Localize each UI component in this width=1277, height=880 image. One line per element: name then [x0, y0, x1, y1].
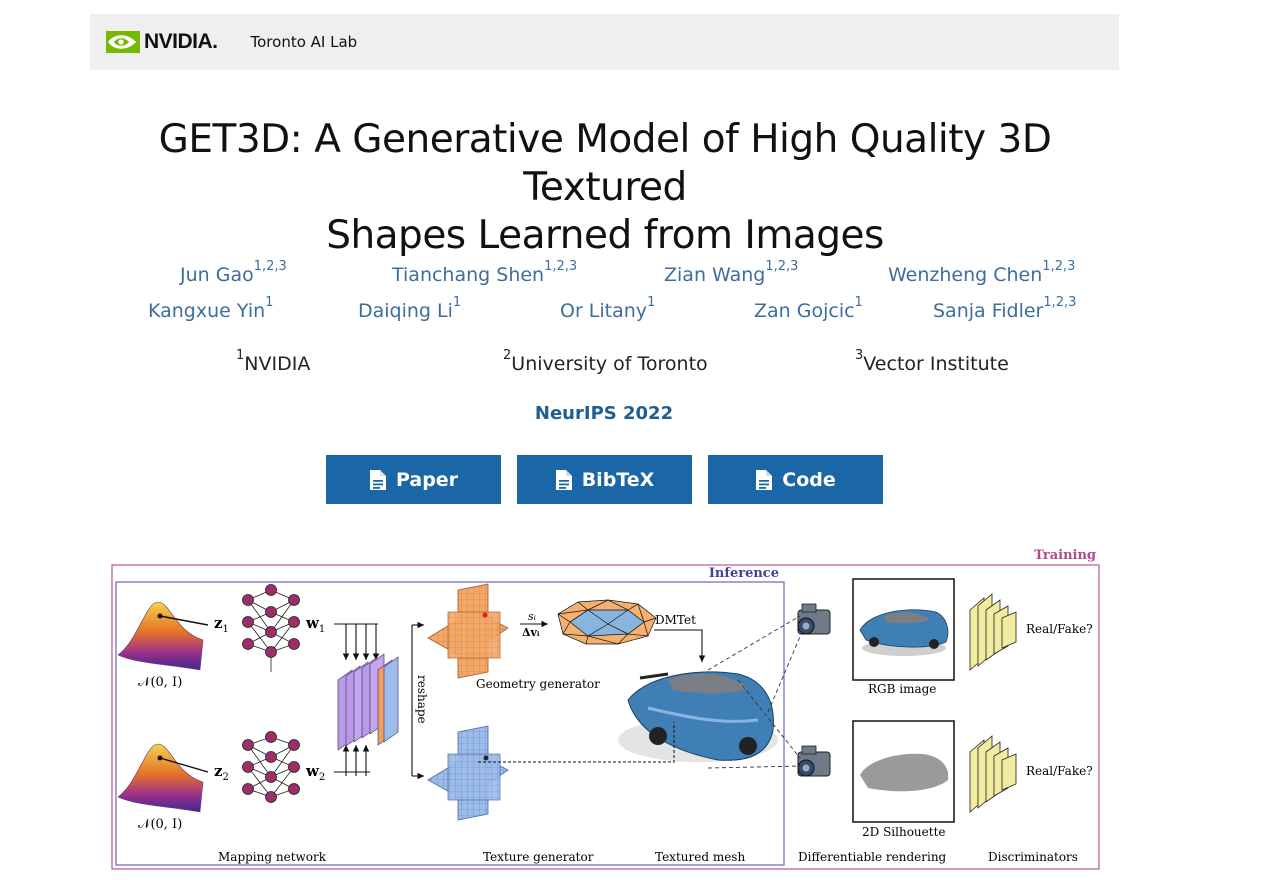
- author-name: Sanja Fidler: [933, 300, 1044, 322]
- bibtex-button-label: BibTeX: [581, 468, 655, 491]
- lab-name[interactable]: Toronto AI Lab: [251, 33, 358, 51]
- author-affiliation: 1,2,3: [253, 259, 287, 274]
- author-link[interactable]: Tianchang Shen1,2,3: [392, 259, 577, 286]
- training-label: Training: [1034, 548, 1096, 563]
- dvi-label: Δvᵢ: [522, 626, 540, 639]
- inference-label: Inference: [709, 566, 779, 581]
- author-name: Tianchang Shen: [392, 264, 545, 286]
- discriminator-top: [969, 593, 1017, 671]
- mapping-network-label: Mapping network: [218, 850, 327, 864]
- affiliation: 2University of Toronto: [503, 348, 708, 375]
- author-name: Jun Gao: [180, 264, 254, 286]
- gaussian-surface-top: [117, 601, 204, 671]
- top-header: NVIDIA. Toronto AI Lab: [90, 14, 1119, 70]
- affiliation: 1NVIDIA: [236, 348, 311, 375]
- texture-triplane: [427, 725, 509, 821]
- textured-mesh-label: Textured mesh: [655, 850, 745, 864]
- author-affiliation: 1: [854, 295, 863, 310]
- discriminators-label: Discriminators: [988, 850, 1078, 864]
- file-icon: [369, 469, 386, 490]
- reshape-label: reshape: [415, 675, 429, 724]
- feature-map-stack: [337, 653, 399, 751]
- normal-dist-label-top: 𝒩(0, I): [138, 675, 182, 690]
- author-affiliation: 1,2,3: [1042, 259, 1076, 274]
- venue-label: NeurIPS 2022: [534, 403, 674, 424]
- affiliation-name: University of Toronto: [511, 353, 708, 375]
- geometry-triplane: [427, 583, 509, 679]
- author-link[interactable]: Kangxue Yin1: [148, 295, 273, 322]
- textured-car-mesh: [618, 671, 778, 762]
- author-affiliation: 1: [452, 295, 462, 310]
- author-name: Zan Gojcic: [754, 300, 855, 322]
- camera-icon: [797, 603, 831, 635]
- author-affiliation: 1,2,3: [765, 259, 799, 274]
- author-link[interactable]: Jun Gao1,2,3: [180, 259, 287, 286]
- w2-label: w2: [305, 762, 325, 783]
- affiliation-number: 1: [236, 348, 245, 363]
- nvidia-eye-icon: [106, 31, 140, 53]
- author-affiliation: 1,2,3: [1043, 295, 1077, 310]
- affiliation-name: NVIDIA: [244, 353, 311, 375]
- author-name: Zian Wang: [664, 264, 766, 286]
- camera-icon: [797, 745, 831, 777]
- author-name: Or Litany: [560, 300, 648, 322]
- discriminator-bottom: [969, 735, 1017, 813]
- real-fake-label-top: Real/Fake?: [1026, 622, 1093, 636]
- real-fake-label-bottom: Real/Fake?: [1026, 764, 1093, 778]
- author-affiliation: 1: [265, 295, 274, 310]
- mapping-network-bottom: [242, 731, 300, 803]
- z1-label: z1: [214, 614, 229, 635]
- file-icon: [555, 469, 572, 490]
- code-button-label: Code: [782, 468, 836, 491]
- affiliation-number: 2: [503, 348, 512, 363]
- logo-wordmark: NVIDIA.: [144, 30, 218, 53]
- code-button[interactable]: Code: [708, 455, 883, 504]
- geometry-generator-label: Geometry generator: [476, 677, 600, 691]
- affiliation: 3Vector Institute: [855, 348, 1009, 375]
- file-icon: [756, 469, 773, 490]
- dmtet-mesh: [557, 599, 657, 645]
- title-line-1: GET3D: A Generative Model of High Qualit…: [158, 117, 1052, 210]
- si-label: sᵢ: [528, 610, 536, 623]
- author-name: Wenzheng Chen: [888, 264, 1043, 286]
- w1-label: w1: [305, 614, 325, 635]
- author-link[interactable]: Daiqing Li1: [358, 295, 461, 322]
- paper-button[interactable]: Paper: [326, 455, 501, 504]
- mapping-network-top: [242, 584, 300, 672]
- page-title: GET3D: A Generative Model of High Qualit…: [100, 116, 1110, 260]
- paper-button-label: Paper: [395, 468, 459, 491]
- author-name: Kangxue Yin: [148, 300, 266, 322]
- z2-label: z2: [214, 762, 229, 783]
- author-link[interactable]: Wenzheng Chen1,2,3: [888, 259, 1075, 286]
- affiliation-name: Vector Institute: [863, 353, 1009, 375]
- normal-dist-label-bottom: 𝒩(0, I): [138, 817, 182, 832]
- bibtex-button[interactable]: BibTeX: [517, 455, 692, 504]
- author-affiliation: 1,2,3: [544, 259, 578, 274]
- author-link[interactable]: Zan Gojcic1: [754, 295, 863, 322]
- title-line-2: Shapes Learned from Images: [326, 213, 884, 258]
- author-name: Daiqing Li: [358, 300, 453, 322]
- rgb-image-label: RGB image: [868, 682, 936, 696]
- dmtet-arrow: [654, 629, 706, 662]
- author-affiliation: 1: [647, 295, 656, 310]
- nvidia-logo[interactable]: NVIDIA.: [106, 30, 218, 54]
- silhouette-label: 2D Silhouette: [862, 825, 946, 839]
- author-link[interactable]: Zian Wang1,2,3: [664, 259, 798, 286]
- differentiable-rendering-label: Differentiable rendering: [798, 850, 947, 864]
- affiliation-number: 3: [855, 348, 864, 363]
- gaussian-surface-bottom: [117, 743, 204, 813]
- texture-generator-label: Texture generator: [483, 850, 594, 864]
- author-link[interactable]: Sanja Fidler1,2,3: [933, 295, 1076, 322]
- dmtet-label: DMTet: [655, 613, 696, 627]
- author-link[interactable]: Or Litany1: [560, 295, 655, 322]
- pipeline-figure: Training Inference z1 z2 𝒩(0, I) 𝒩(0, I): [111, 548, 1100, 870]
